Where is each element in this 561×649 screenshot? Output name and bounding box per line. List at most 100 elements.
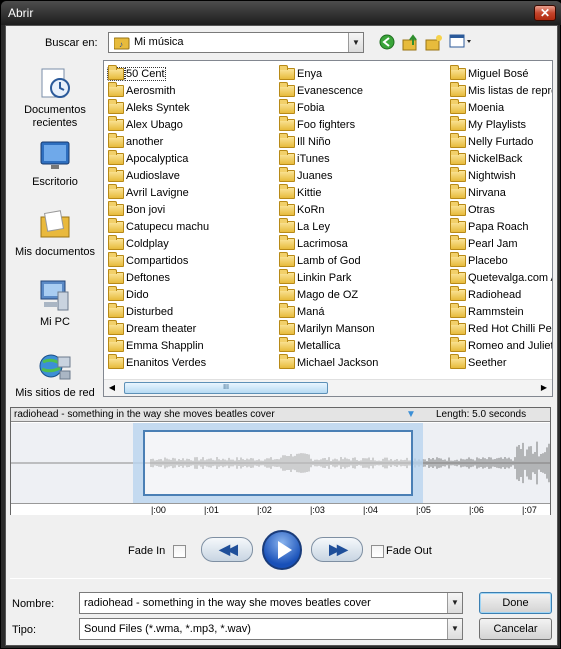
filetype-dropdown[interactable]: Sound Files (*.wma, *.mp3, *.wav) ▼ [79,618,463,640]
folder-item[interactable]: Moenia [450,98,552,116]
folder-item[interactable]: Seether [450,353,552,371]
folder-item[interactable]: Enya [279,64,378,82]
folder-item[interactable]: Bon jovi [108,200,209,218]
scroll-right-icon[interactable]: ▶ [538,383,550,392]
folder-item[interactable]: Otras [450,200,552,218]
folder-item[interactable]: Dido [108,285,209,303]
close-button[interactable]: ✕ [534,5,556,21]
scroll-left-icon[interactable]: ◀ [106,383,118,392]
folder-item[interactable]: Emma Shapplin [108,336,209,354]
new-folder-icon[interactable] [425,34,443,52]
folder-item[interactable]: Ill Niño [279,132,378,150]
folder-item[interactable]: Nirvana [450,183,552,201]
folder-item[interactable]: iTunes [279,149,378,167]
place-desktop[interactable]: Escritorio [8,138,102,189]
music-folder-icon: ♪ [113,36,130,53]
folder-item[interactable]: Michael Jackson [279,353,378,371]
folder-item[interactable]: Metallica [279,336,378,354]
folder-icon [279,200,295,216]
folder-item[interactable]: Apocalyptica [108,149,209,167]
folder-item[interactable]: Maná [279,302,378,320]
folder-item[interactable]: Quetevalga.com A [450,268,552,286]
folder-item[interactable]: Aerosmith [108,81,209,99]
folder-item[interactable]: Juanes [279,166,378,184]
waveform-length: Length: 5.0 seconds [436,409,527,420]
place-network[interactable]: Mis sitios de red [8,349,102,400]
filename-field[interactable]: radiohead - something in the way she mov… [79,592,463,614]
done-button[interactable]: Done [479,592,552,614]
view-menu-icon[interactable] [449,34,473,52]
folder-item[interactable]: another [108,132,209,150]
folder-item[interactable]: KoRn [279,200,378,218]
folder-item[interactable]: Nightwish [450,166,552,184]
folder-item[interactable]: Fobia [279,98,378,116]
chevron-down-icon[interactable]: ▼ [447,619,462,639]
folder-item[interactable]: La Ley [279,217,378,235]
folder-item[interactable]: Audioslave [108,166,209,184]
folder-item[interactable]: Mis listas de repro [450,81,552,99]
folder-item[interactable]: Foo fighters [279,115,378,133]
folder-item[interactable]: Enanitos Verdes [108,353,209,371]
folder-item[interactable]: Alex Ubago [108,115,209,133]
folder-item[interactable]: Avril Lavigne [108,183,209,201]
folder-name: Metallica [297,339,341,352]
play-button[interactable] [262,530,302,570]
folder-item[interactable]: Kittie [279,183,378,201]
folder-item[interactable]: Dream theater [108,319,209,337]
waveform-display[interactable] [11,423,550,503]
folder-item[interactable]: Disturbed [108,302,209,320]
folder-item[interactable]: Compartidos [108,251,209,269]
chevron-down-icon[interactable]: ▼ [447,593,462,613]
folder-item[interactable]: Nelly Furtado [450,132,552,150]
title-bar[interactable]: Abrir ✕ [1,1,561,25]
file-list[interactable]: 50 Cent Aerosmith Aleks Syntek Alex Ubago an… [103,60,553,397]
folder-item[interactable]: Rammstein [450,302,552,320]
folder-item[interactable]: My Playlists [450,115,552,133]
chevron-down-icon[interactable]: ▼ [348,33,363,52]
back-icon[interactable] [378,34,396,52]
scrollbar-thumb[interactable]: III [124,382,328,394]
folder-icon [108,81,124,97]
folder-item[interactable]: 50 Cent [107,64,209,82]
folder-name: Audioslave [126,169,180,182]
horizontal-scrollbar[interactable]: ◀ III ▶ [104,379,552,396]
folder-item[interactable]: Coldplay [108,234,209,252]
folder-item[interactable]: Placebo [450,251,552,269]
folder-name: Placebo [468,254,508,267]
folder-icon [108,234,124,250]
rewind-button[interactable]: ◀◀ [201,537,253,562]
folder-item[interactable]: Pearl Jam [450,234,552,252]
folder-item[interactable]: Linkin Park [279,268,378,286]
folder-icon [279,132,295,148]
place-my-computer[interactable]: Mi PC [8,278,102,329]
place-recent-documents[interactable]: Documentos recientes [8,66,102,130]
folder-icon [108,319,124,335]
fade-out-checkbox[interactable] [371,545,384,558]
fade-in-label: Fade In [128,545,166,557]
fade-in-checkbox[interactable] [173,545,186,558]
folder-item[interactable]: Catupecu machu [108,217,209,235]
folder-item[interactable]: Romeo and Juliet [450,336,552,354]
folder-name: Miguel Bosé [468,67,529,80]
folder-item[interactable]: Lamb of God [279,251,378,269]
folder-item[interactable]: Aleks Syntek [108,98,209,116]
cancel-button[interactable]: Cancelar [479,618,552,640]
folder-item[interactable]: Red Hot Chilli Pepp [450,319,552,337]
folder-name: NickelBack [468,152,523,165]
folder-item[interactable]: Miguel Bosé [450,64,552,82]
up-folder-icon[interactable] [402,34,420,52]
folder-icon [450,149,466,165]
folder-item[interactable]: Evanescence [279,81,378,99]
folder-item[interactable]: Radiohead [450,285,552,303]
folder-item[interactable]: Deftones [108,268,209,286]
fade-out-label: Fade Out [386,545,432,557]
folder-item[interactable]: Papa Roach [450,217,552,235]
folder-item[interactable]: Mago de OZ [279,285,378,303]
look-in-dropdown[interactable]: ♪ Mi música ▼ [108,32,364,53]
folder-item[interactable]: Lacrimosa [279,234,378,252]
folder-item[interactable]: Marilyn Manson [279,319,378,337]
place-my-documents[interactable]: Mis documentos [8,208,102,259]
fast-forward-button[interactable]: ▶▶ [311,537,363,562]
playhead-marker-icon[interactable]: ▼ [406,409,416,420]
folder-item[interactable]: NickelBack [450,149,552,167]
